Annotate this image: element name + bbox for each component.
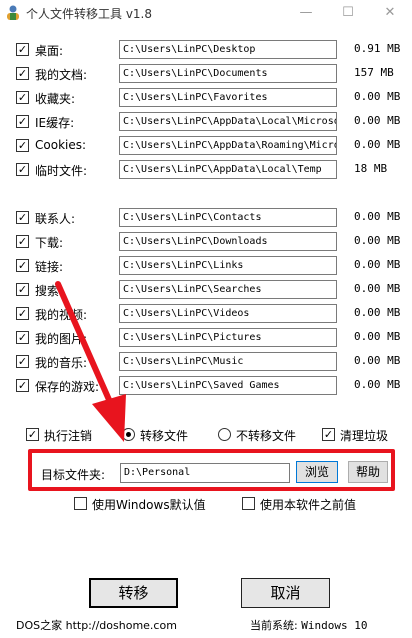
path-field-videos[interactable]: C:\Users\LinPC\Videos — [119, 304, 337, 323]
option-label: 使用Windows默认值 — [92, 498, 206, 512]
path-field-links[interactable]: C:\Users\LinPC\Links — [119, 256, 337, 275]
path-field-downloads[interactable]: C:\Users\LinPC\Downloads — [119, 232, 337, 251]
row-label: 我的文档: — [35, 68, 88, 82]
path-field-saved-games[interactable]: C:\Users\LinPC\Saved Games — [119, 376, 337, 395]
highlight-box — [28, 449, 395, 491]
row-label: Cookies: — [35, 138, 87, 152]
checkbox-saved-games[interactable]: ✓ — [16, 379, 29, 392]
window-title: 个人文件转移工具 v1.8 — [26, 7, 153, 21]
path-field-pictures[interactable]: C:\Users\LinPC\Pictures — [119, 328, 337, 347]
row-label: 收藏夹: — [35, 92, 76, 106]
path-field-temp[interactable]: C:\Users\LinPC\AppData\Local\Temp — [119, 160, 337, 179]
folder-row-downloads: ✓ 下载: C:\Users\LinPC\Downloads 0.00 MB — [16, 232, 408, 252]
checkbox-desktop[interactable]: ✓ — [16, 43, 29, 56]
folder-row-desktop: ✓ 桌面: C:\Users\LinPC\Desktop 0.91 MB — [16, 40, 408, 60]
checkbox-downloads[interactable]: ✓ — [16, 235, 29, 248]
system-label: 当前系统: — [250, 619, 298, 632]
row-label: 保存的游戏: — [35, 380, 100, 394]
folder-row-searches: ✓ 搜索: C:\Users\LinPC\Searches 0.00 MB — [16, 280, 408, 300]
row-label: 临时文件: — [35, 164, 88, 178]
folder-row-saved-games: ✓ 保存的游戏: C:\Users\LinPC\Saved Games 0.00… — [16, 376, 408, 396]
folder-row-music: ✓ 我的音乐: C:\Users\LinPC\Music 0.00 MB — [16, 352, 408, 372]
size-value: 0.91 MB — [354, 42, 401, 55]
size-value: 0.00 MB — [354, 354, 401, 367]
close-icon[interactable]: ✕ — [376, 2, 404, 24]
minimize-icon[interactable]: — — [292, 2, 320, 24]
checkbox-run-logoff[interactable]: ✓ — [26, 428, 39, 441]
folder-row-cookies: ✓ Cookies: C:\Users\LinPC\AppData\Roamin… — [16, 136, 408, 156]
folder-row-documents: ✓ 我的文档: C:\Users\LinPC\Documents 157 MB — [16, 64, 408, 84]
option-label: 清理垃圾 — [340, 429, 389, 443]
path-field-ie-cache[interactable]: C:\Users\LinPC\AppData\Local\Microso — [119, 112, 337, 131]
folder-row-ie-cache: ✓ IE缓存: C:\Users\LinPC\AppData\Local\Mic… — [16, 112, 408, 132]
path-field-contacts[interactable]: C:\Users\LinPC\Contacts — [119, 208, 337, 227]
checkbox-use-previous[interactable] — [242, 497, 255, 510]
checkbox-pictures[interactable]: ✓ — [16, 331, 29, 344]
size-value: 0.00 MB — [354, 378, 401, 391]
folder-row-temp: ✓ 临时文件: C:\Users\LinPC\AppData\Local\Tem… — [16, 160, 408, 180]
checkbox-music[interactable]: ✓ — [16, 355, 29, 368]
path-field-music[interactable]: C:\Users\LinPC\Music — [119, 352, 337, 371]
checkbox-contacts[interactable]: ✓ — [16, 211, 29, 224]
size-value: 18 MB — [354, 162, 388, 175]
row-label: 我的视频: — [35, 308, 88, 322]
checkbox-clean-junk[interactable]: ✓ — [322, 428, 335, 441]
current-system: 当前系统: Windows 10 — [250, 617, 367, 633]
path-field-documents[interactable]: C:\Users\LinPC\Documents — [119, 64, 337, 83]
option-label: 不转移文件 — [236, 429, 297, 443]
checkbox-documents[interactable]: ✓ — [16, 67, 29, 80]
app-icon — [7, 5, 19, 20]
size-value: 0.00 MB — [354, 138, 401, 151]
checkbox-links[interactable]: ✓ — [16, 259, 29, 272]
option-label: 转移文件 — [140, 429, 189, 443]
path-field-searches[interactable]: C:\Users\LinPC\Searches — [119, 280, 337, 299]
system-value: Windows 10 — [301, 619, 368, 632]
size-value: 0.00 MB — [354, 306, 401, 319]
folder-row-favorites: ✓ 收藏夹: C:\Users\LinPC\Favorites 0.00 MB — [16, 88, 408, 108]
option-label: 执行注销 — [44, 429, 93, 443]
checkbox-videos[interactable]: ✓ — [16, 307, 29, 320]
size-value: 157 MB — [354, 66, 394, 79]
radio-move-files[interactable] — [122, 428, 135, 441]
row-label: 我的音乐: — [35, 356, 88, 370]
checkbox-use-windows-default[interactable] — [74, 497, 87, 510]
checkbox-ie-cache[interactable]: ✓ — [16, 115, 29, 128]
row-label: 搜索: — [35, 284, 64, 298]
checkbox-searches[interactable]: ✓ — [16, 283, 29, 296]
title-bar: 个人文件转移工具 v1.8 — ☐ ✕ — [0, 0, 412, 26]
folder-row-links: ✓ 链接: C:\Users\LinPC\Links 0.00 MB — [16, 256, 408, 276]
move-button[interactable]: 转移 — [89, 578, 178, 608]
path-field-favorites[interactable]: C:\Users\LinPC\Favorites — [119, 88, 337, 107]
folder-row-contacts: ✓ 联系人: C:\Users\LinPC\Contacts 0.00 MB — [16, 208, 408, 228]
option-label: 使用本软件之前值 — [260, 498, 357, 512]
checkbox-temp[interactable]: ✓ — [16, 163, 29, 176]
checkbox-cookies[interactable]: ✓ — [16, 139, 29, 152]
checkbox-favorites[interactable]: ✓ — [16, 91, 29, 104]
cancel-button[interactable]: 取消 — [241, 578, 330, 608]
folder-row-videos: ✓ 我的视频: C:\Users\LinPC\Videos 0.00 MB — [16, 304, 408, 324]
size-value: 0.00 MB — [354, 114, 401, 127]
size-value: 0.00 MB — [354, 210, 401, 223]
size-value: 0.00 MB — [354, 282, 401, 295]
size-value: 0.00 MB — [354, 258, 401, 271]
size-value: 0.00 MB — [354, 90, 401, 103]
size-value: 0.00 MB — [354, 330, 401, 343]
path-field-cookies[interactable]: C:\Users\LinPC\AppData\Roaming\Micro — [119, 136, 337, 155]
maximize-icon[interactable]: ☐ — [334, 2, 362, 24]
size-value: 0.00 MB — [354, 234, 401, 247]
row-label: 桌面: — [35, 44, 64, 58]
row-label: 联系人: — [35, 212, 76, 226]
path-field-desktop[interactable]: C:\Users\LinPC\Desktop — [119, 40, 337, 59]
site-link[interactable]: DOS之家 http://doshome.com — [16, 617, 177, 633]
row-label: 链接: — [35, 260, 64, 274]
row-label: IE缓存: — [35, 116, 75, 130]
radio-no-move-files[interactable] — [218, 428, 231, 441]
row-label: 我的图片: — [35, 332, 88, 346]
row-label: 下载: — [35, 236, 64, 250]
folder-row-pictures: ✓ 我的图片: C:\Users\LinPC\Pictures 0.00 MB — [16, 328, 408, 348]
